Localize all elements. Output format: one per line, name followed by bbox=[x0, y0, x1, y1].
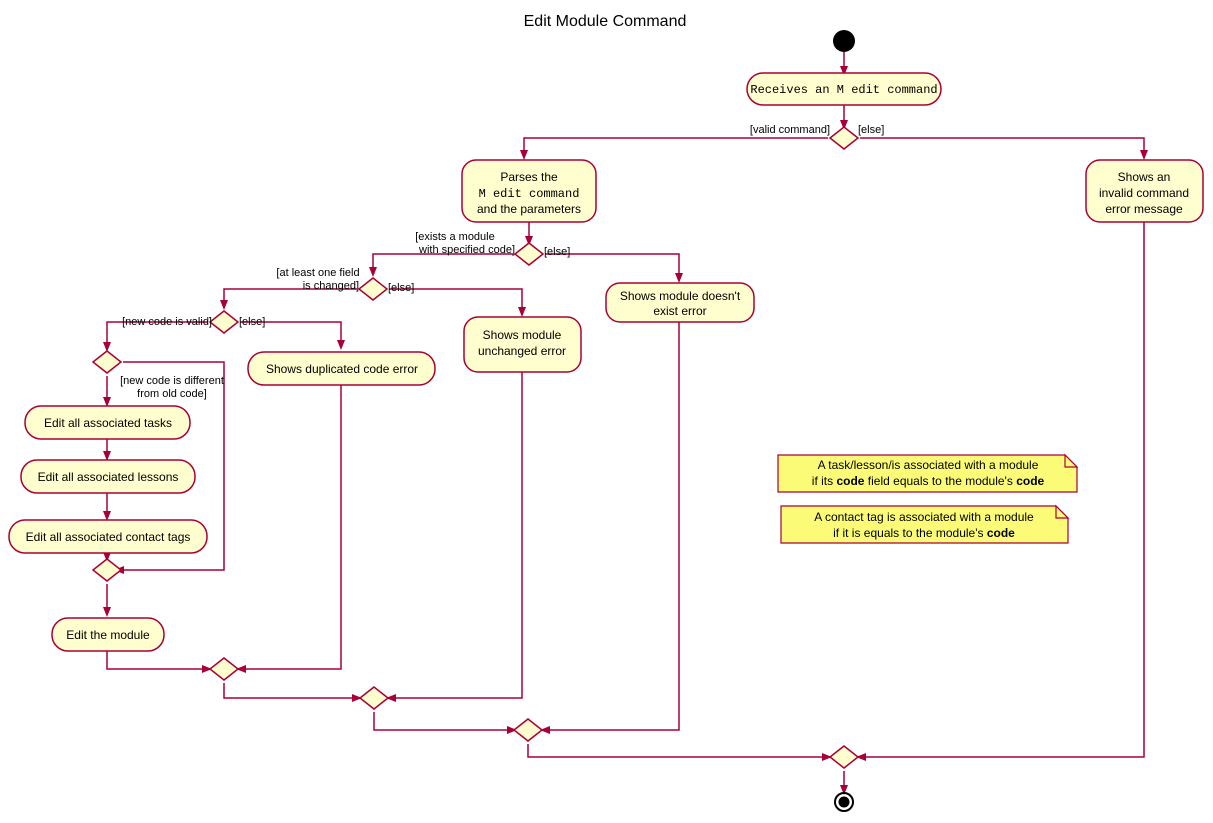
activity-parses-command[interactable]: Parses the M edit command and the parame… bbox=[461, 159, 597, 223]
guard-else-field-changed: [else] bbox=[388, 282, 414, 294]
arrowhead-notexist bbox=[675, 273, 683, 283]
activity-edit-module-label: Edit the module bbox=[66, 628, 150, 642]
activity-edit-module[interactable]: Edit the module bbox=[51, 617, 165, 652]
guard-new-code-different-line1: [new code is different bbox=[120, 375, 224, 387]
activity-module-not-exist-error[interactable]: Shows module doesn't exist error bbox=[605, 282, 755, 323]
activity-invalid-line2: invalid command bbox=[1099, 186, 1189, 200]
activity-edit-tasks[interactable]: Edit all associated tasks bbox=[24, 405, 191, 440]
edge-notexist-to-merge4 bbox=[546, 322, 680, 731]
edge-d1-else-to-invalid bbox=[860, 137, 1145, 154]
guard-new-code-different-line2: from old code] bbox=[137, 388, 207, 400]
merge-node-2 bbox=[208, 657, 240, 681]
activity-receives-command-label: Receives an M edit command bbox=[750, 83, 937, 97]
edge-d2-exists-to-d3 bbox=[372, 253, 513, 271]
edge-editmodule-to-merge2 bbox=[106, 650, 206, 670]
note-contact-tag-line1: A contact tag is associated with a modul… bbox=[814, 510, 1034, 524]
activity-invalid-command-error[interactable]: Shows an invalid command error message bbox=[1085, 159, 1204, 223]
guard-else-command: [else] bbox=[858, 124, 884, 136]
merge-node-3 bbox=[358, 686, 390, 710]
activity-edit-lessons[interactable]: Edit all associated lessons bbox=[20, 459, 196, 494]
arrowhead-unchanged bbox=[518, 307, 526, 317]
edge-merge3-to-merge4 bbox=[373, 712, 511, 731]
note-contact-tag-fold bbox=[1055, 504, 1070, 519]
guard-else-new-code-valid: [else] bbox=[239, 316, 265, 328]
note-task-lesson-line2: if its code field equals to the module's… bbox=[812, 474, 1045, 488]
flow-edges bbox=[103, 52, 1148, 795]
activity-diagram-svg: Edit Module Command Receives an M edit c… bbox=[8, 13, 1204, 812]
activity-parses-line2: M edit command bbox=[479, 187, 580, 201]
decision-new-code-different[interactable] bbox=[91, 350, 123, 374]
note1-l2-b: field equals to the module's bbox=[864, 474, 1016, 488]
activity-edit-contact-tags[interactable]: Edit all associated contact tags bbox=[8, 519, 208, 554]
guard-exists-module-line1: [exists a module bbox=[415, 231, 494, 243]
merge-node-5 bbox=[828, 745, 860, 769]
activity-parses-line1: Parses the bbox=[500, 170, 558, 184]
activity-module-unchanged-error[interactable]: Shows module unchanged error bbox=[463, 316, 582, 373]
guard-new-code-valid: [new code is valid] bbox=[122, 316, 212, 328]
guard-field-changed-line2: is changed] bbox=[303, 280, 359, 292]
arrowhead-parses bbox=[520, 150, 528, 160]
guard-field-changed-line1: [at least one field bbox=[276, 267, 359, 279]
guard-exists-module-line2: with specified code] bbox=[418, 244, 515, 256]
edge-duplicated-to-merge2 bbox=[242, 385, 342, 670]
activity-unchanged-line1: Shows module bbox=[483, 328, 562, 342]
note1-l2-bold1: code bbox=[836, 474, 864, 488]
activity-notexist-line2: exist error bbox=[653, 304, 706, 318]
activity-invalid-line3: error message bbox=[1105, 202, 1183, 216]
arrowhead-edit-module bbox=[103, 607, 111, 617]
decision-new-code-valid[interactable] bbox=[208, 310, 240, 334]
note-task-lesson-fold bbox=[1064, 453, 1079, 468]
activity-edit-tasks-label: Edit all associated tasks bbox=[44, 416, 172, 430]
arrowhead-duplicated bbox=[337, 340, 345, 350]
note1-l2-bold2: code bbox=[1016, 474, 1044, 488]
activity-notexist-line1: Shows module doesn't bbox=[620, 289, 741, 303]
guard-else-module-exists: [else] bbox=[544, 246, 570, 258]
arrowhead-invalid bbox=[1140, 150, 1148, 160]
note1-l2-a: if its bbox=[812, 474, 837, 488]
note2-l2-a: if it is equals to the module's bbox=[833, 526, 987, 540]
arrowhead-d4 bbox=[220, 300, 228, 310]
activity-duplicated-code-error[interactable]: Shows duplicated code error bbox=[247, 351, 436, 386]
activity-receives-command[interactable]: Receives an M edit command bbox=[746, 72, 942, 106]
note-contact-tag-line2: if it is equals to the module's code bbox=[833, 526, 1015, 540]
edge-merge4-to-merge5 bbox=[527, 744, 826, 758]
end-node bbox=[834, 792, 854, 812]
start-node bbox=[833, 30, 855, 52]
decision-valid-command[interactable] bbox=[828, 126, 860, 150]
note2-l2-bold1: code bbox=[987, 526, 1015, 540]
merge-node-1 bbox=[91, 558, 123, 582]
merge-node-4 bbox=[512, 718, 544, 742]
arrowhead-d3 bbox=[369, 267, 377, 277]
note-task-lesson-line1: A task/lesson/is associated with a modul… bbox=[818, 458, 1039, 472]
edge-unchanged-to-merge3 bbox=[392, 372, 523, 699]
activity-parses-line3: and the parameters bbox=[477, 202, 581, 216]
activity-invalid-line1: Shows an bbox=[1118, 170, 1171, 184]
decision-field-changed[interactable] bbox=[357, 277, 389, 301]
activity-unchanged-line2: unchanged error bbox=[478, 344, 566, 358]
guard-valid-command: [valid command] bbox=[750, 124, 830, 136]
activity-edit-contact-tags-label: Edit all associated contact tags bbox=[26, 530, 191, 544]
activity-edit-lessons-label: Edit all associated lessons bbox=[38, 470, 179, 484]
edge-d1-valid-to-parses bbox=[523, 137, 828, 154]
activity-duplicated-label: Shows duplicated code error bbox=[266, 362, 418, 376]
note-contact-tag: A contact tag is associated with a modul… bbox=[780, 504, 1070, 544]
note-task-lesson: A task/lesson/is associated with a modul… bbox=[777, 453, 1079, 493]
activity-diagram-canvas: Edit Module Command Receives an M edit c… bbox=[0, 0, 1213, 823]
decision-module-exists[interactable] bbox=[513, 242, 545, 266]
edge-merge2-to-merge3 bbox=[223, 683, 356, 699]
diagram-title: Edit Module Command bbox=[524, 13, 687, 30]
end-node-inner-dot bbox=[838, 796, 850, 808]
